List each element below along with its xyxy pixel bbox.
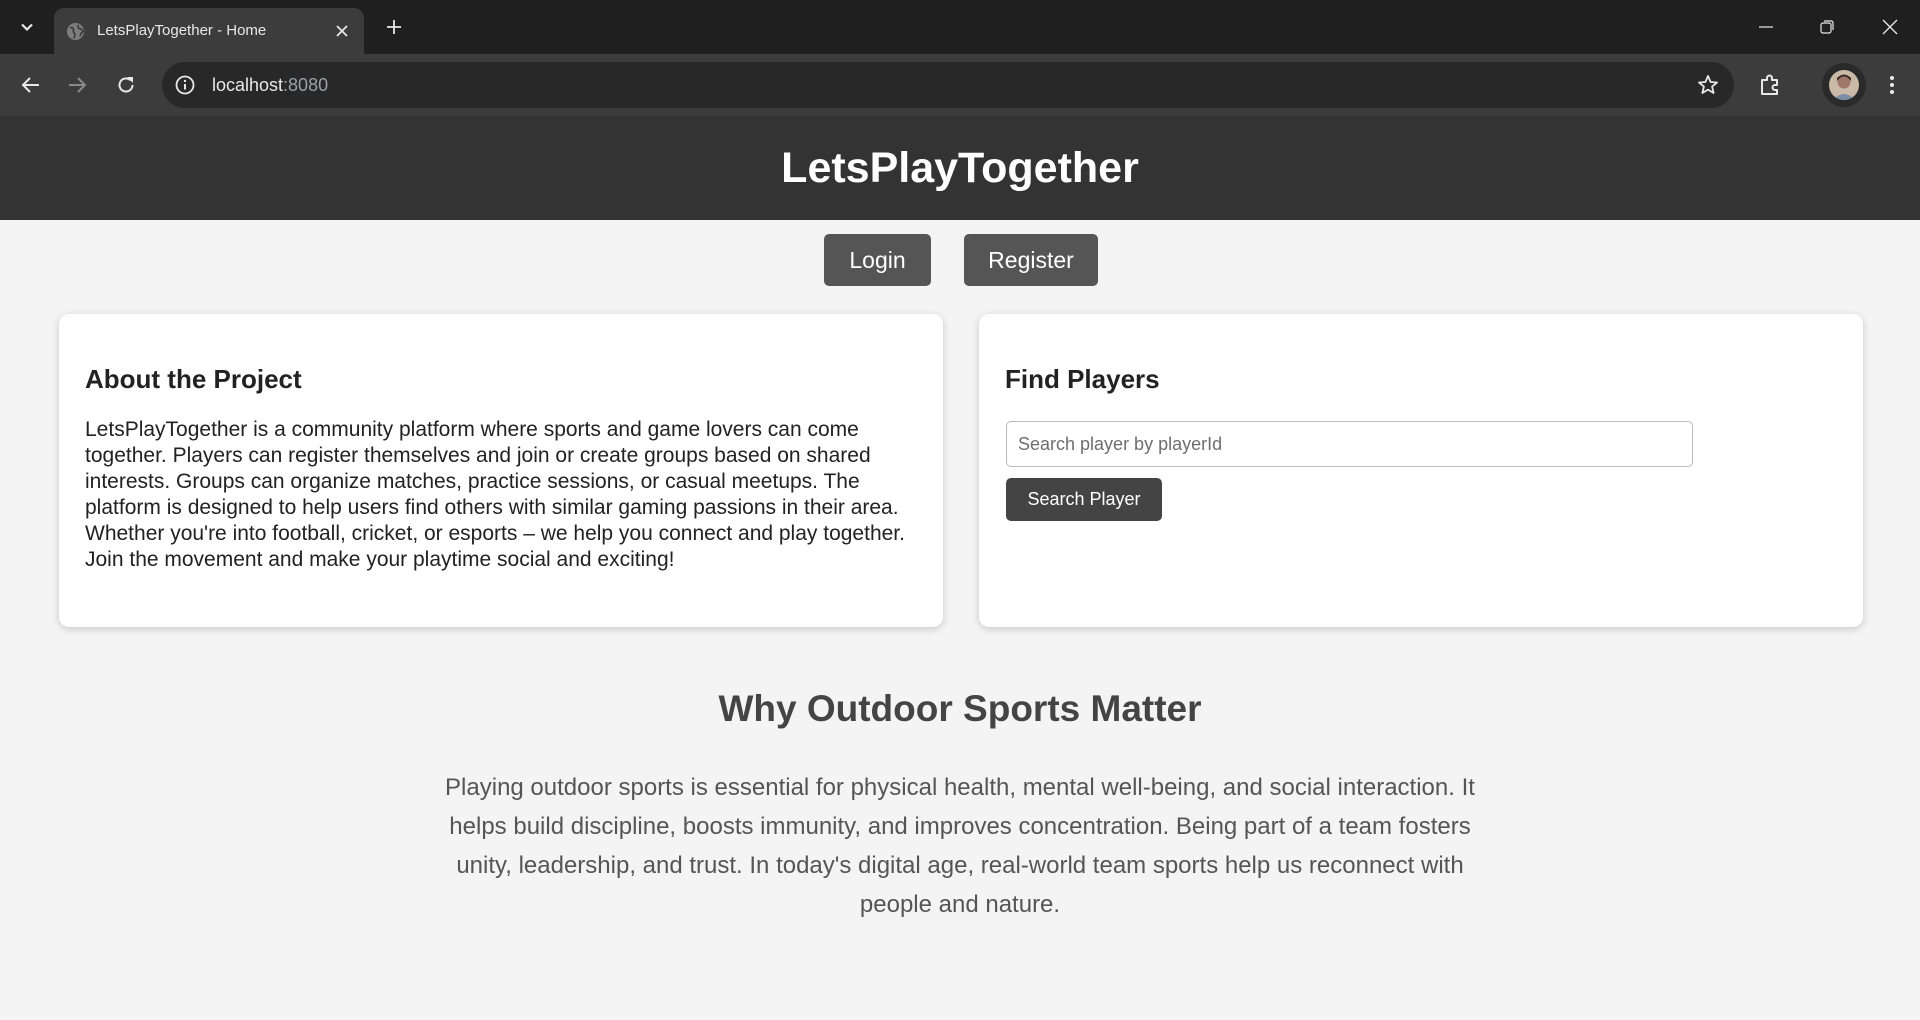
- forward-arrow-icon[interactable]: [62, 69, 94, 101]
- close-icon[interactable]: [330, 19, 354, 43]
- profile-avatar-button[interactable]: [1822, 63, 1866, 107]
- page-content: LetsPlayTogether Login Register About th…: [0, 116, 1920, 1020]
- about-card: About the Project LetsPlayTogether is a …: [59, 314, 943, 627]
- site-info-icon[interactable]: [174, 74, 196, 96]
- why-heading: Why Outdoor Sports Matter: [718, 688, 1202, 729]
- url-host: localhost: [212, 75, 284, 95]
- globe-favicon-icon: [66, 22, 85, 41]
- why-text: Playing outdoor sports is essential for …: [445, 774, 1475, 918]
- about-text: LetsPlayTogether is a community platform…: [85, 418, 905, 571]
- browser-tab-bar: LetsPlayTogether - Home: [0, 0, 1920, 54]
- url-text: localhost:8080: [212, 75, 328, 96]
- plus-icon[interactable]: [379, 12, 409, 42]
- minimize-icon[interactable]: [1744, 8, 1788, 46]
- login-button[interactable]: Login: [824, 234, 931, 286]
- browser-tab-active[interactable]: LetsPlayTogether - Home: [54, 8, 364, 54]
- address-bar[interactable]: localhost:8080: [162, 62, 1734, 108]
- profile-avatar-icon: [1829, 70, 1859, 100]
- player-search-input[interactable]: [1006, 421, 1693, 467]
- extensions-icon[interactable]: [1754, 69, 1786, 101]
- tab-search-icon[interactable]: [12, 12, 42, 42]
- restore-icon[interactable]: [1805, 8, 1849, 46]
- star-icon[interactable]: [1696, 73, 1720, 97]
- register-button[interactable]: Register: [964, 234, 1098, 286]
- search-player-button[interactable]: Search Player: [1006, 478, 1162, 521]
- browser-toolbar: localhost:8080: [0, 54, 1920, 116]
- reload-icon[interactable]: [110, 69, 142, 101]
- window-close-icon[interactable]: [1868, 8, 1912, 46]
- tab-title: LetsPlayTogether - Home: [97, 22, 267, 39]
- find-players-card: Find Players Search Player: [979, 314, 1863, 627]
- find-players-heading: Find Players: [1005, 364, 1160, 394]
- more-vert-icon[interactable]: [1876, 69, 1908, 101]
- url-port: :8080: [283, 75, 329, 95]
- back-arrow-icon[interactable]: [14, 69, 46, 101]
- about-heading: About the Project: [85, 364, 302, 394]
- site-title: LetsPlayTogether: [781, 143, 1139, 192]
- site-header: LetsPlayTogether: [0, 116, 1920, 220]
